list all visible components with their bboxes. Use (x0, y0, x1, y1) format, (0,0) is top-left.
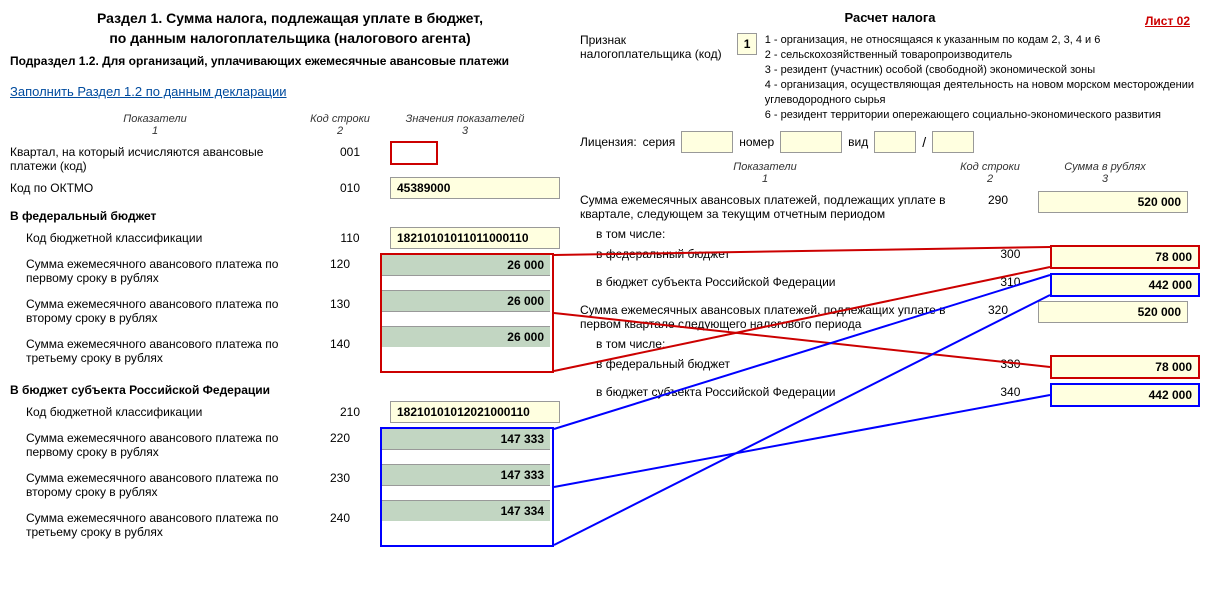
section-title-2: по данным налогоплательщика (налогового … (10, 30, 570, 46)
row-330: в федеральный бюджет 330 78 000 (580, 355, 1200, 379)
r330-input[interactable]: 78 000 (1050, 355, 1200, 379)
row-300: в федеральный бюджет 300 78 000 (580, 245, 1200, 269)
r120-input[interactable]: 26 000 (382, 255, 550, 276)
row-fed-stack: Сумма ежемесячного авансового платежа по… (10, 253, 570, 373)
license-number-input[interactable] (780, 131, 842, 153)
row-sub-stack: Сумма ежемесячного авансового платежа по… (10, 427, 570, 547)
calc-title: Расчет налога (580, 10, 1200, 25)
kbk-sub-input[interactable]: 18210101012021000110 (390, 401, 560, 423)
left-panel: Раздел 1. Сумма налога, подлежащая уплат… (10, 10, 570, 551)
right-table-header: Показатели1 Код строки2 Сумма в рублях3 (580, 161, 1200, 185)
left-table-header: Показатели1 Код строки2 Значения показат… (10, 113, 570, 137)
r220-input[interactable]: 147 333 (382, 429, 550, 450)
sheet-label: Лист 02 (1145, 14, 1190, 28)
oktmo-input[interactable]: 45389000 (390, 177, 560, 199)
taxpayer-code-input[interactable]: 1 (737, 33, 756, 55)
r300-input[interactable]: 78 000 (1050, 245, 1200, 269)
section-title-1: Раздел 1. Сумма налога, подлежащая уплат… (10, 10, 570, 26)
row-010: Код по ОКТМО 010 45389000 (10, 177, 570, 199)
r140-input[interactable]: 26 000 (382, 326, 550, 347)
subsection-title: Подраздел 1.2. Для организаций, уплачива… (10, 54, 570, 68)
right-panel: Лист 02 Расчет налога Признак налогоплат… (580, 10, 1200, 411)
license-kind2-input[interactable] (932, 131, 974, 153)
row-340: в бюджет субъекта Российской Федерации 3… (580, 383, 1200, 407)
row-110: Код бюджетной классификации 110 18210101… (10, 227, 570, 249)
r230-input[interactable]: 147 333 (382, 464, 550, 486)
license-kind-input[interactable] (874, 131, 916, 153)
row-001: Квартал, на который исчисляются авансовы… (10, 141, 570, 173)
license-row: Лицензия: серия номер вид / (580, 131, 1200, 153)
row-320: Сумма ежемесячных авансовых платежей, по… (580, 301, 1200, 331)
taxpayer-legend: 1 - организация, не относящаяся к указан… (765, 33, 1200, 123)
r340-input[interactable]: 442 000 (1050, 383, 1200, 407)
r320-input[interactable]: 520 000 (1038, 301, 1188, 323)
quarter-code-input[interactable] (390, 141, 438, 165)
sub-advance-stack: 147 333 147 333 147 334 (380, 427, 554, 547)
r130-input[interactable]: 26 000 (382, 290, 550, 312)
r310-input[interactable]: 442 000 (1050, 273, 1200, 297)
kbk-fed-input[interactable]: 18210101011011000110 (390, 227, 560, 249)
row-310: в бюджет субъекта Российской Федерации 3… (580, 273, 1200, 297)
r290-input[interactable]: 520 000 (1038, 191, 1188, 213)
license-series-input[interactable] (681, 131, 733, 153)
row-290: Сумма ежемесячных авансовых платежей, по… (580, 191, 1200, 221)
fill-section-link[interactable]: Заполнить Раздел 1.2 по данным деклараци… (10, 84, 287, 99)
subject-section: В бюджет субъекта Российской Федерации (10, 383, 570, 397)
r240-input[interactable]: 147 334 (382, 500, 550, 521)
fed-advance-stack: 26 000 26 000 26 000 (380, 253, 554, 373)
federal-section: В федеральный бюджет (10, 209, 570, 223)
row-210: Код бюджетной классификации 210 18210101… (10, 401, 570, 423)
taxpayer-row: Признак налогоплательщика (код) 1 1 - ор… (580, 33, 1200, 123)
